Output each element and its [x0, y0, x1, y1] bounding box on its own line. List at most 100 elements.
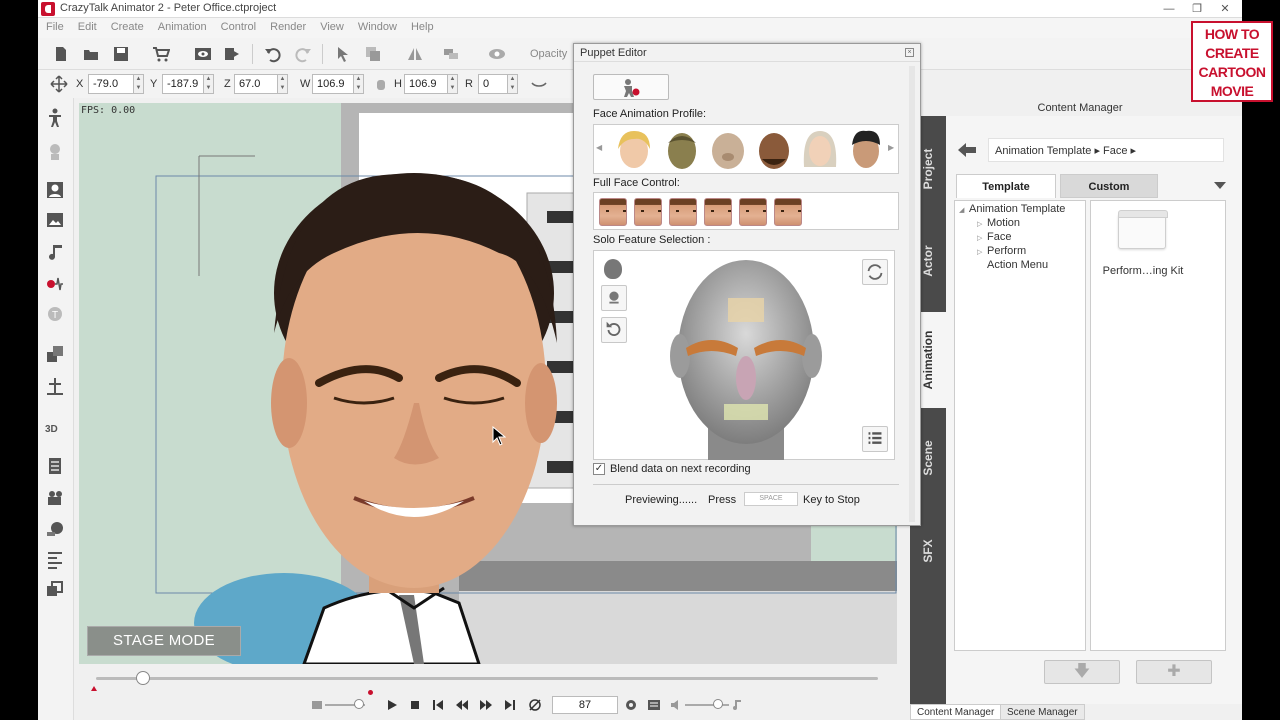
- move-icon[interactable]: [601, 285, 627, 311]
- dialog-close-icon[interactable]: ×: [905, 48, 914, 57]
- store-cart-icon[interactable]: [152, 45, 171, 63]
- prop-icon[interactable]: [45, 142, 65, 162]
- zoom-out-icon[interactable]: [310, 698, 324, 712]
- full-face-preset-2[interactable]: [634, 198, 662, 226]
- full-face-preset-5[interactable]: [739, 198, 767, 226]
- frame-number-field[interactable]: 87: [552, 696, 618, 714]
- h-spinner[interactable]: ▲ ▼: [448, 74, 458, 94]
- scroll-left-icon[interactable]: ◀: [596, 143, 602, 152]
- folder-icon[interactable]: [1118, 210, 1168, 249]
- z-field[interactable]: 67.0: [234, 74, 278, 94]
- settings-gear-icon[interactable]: [624, 698, 638, 712]
- tree-item-motion[interactable]: ▷ Motion: [977, 217, 1020, 229]
- x-field[interactable]: -79.0: [88, 74, 134, 94]
- tree-item-face[interactable]: ▷ Face: [977, 231, 1011, 243]
- apply-down-button[interactable]: 🡇: [1044, 660, 1120, 684]
- menu-window[interactable]: Window: [351, 18, 404, 33]
- flip-icon[interactable]: [406, 45, 424, 63]
- duplicate-icon[interactable]: [364, 45, 382, 63]
- rotate-view-icon[interactable]: [862, 259, 888, 285]
- lock-ratio-icon[interactable]: [372, 76, 385, 94]
- profile-face-6[interactable]: [846, 127, 886, 171]
- tab-content-manager[interactable]: Content Manager: [910, 704, 1002, 720]
- scene-icon[interactable]: [45, 344, 65, 364]
- tab-template[interactable]: Template: [956, 174, 1056, 198]
- w-spinner[interactable]: ▲ ▼: [354, 74, 364, 94]
- stage-mode-button[interactable]: STAGE MODE: [87, 626, 241, 656]
- breadcrumb[interactable]: Animation Template ▸ Face ▸: [988, 138, 1224, 162]
- timeline-icon[interactable]: [647, 698, 661, 712]
- menu-file[interactable]: File: [38, 18, 71, 33]
- mirror-icon[interactable]: [530, 75, 548, 93]
- add-button[interactable]: ✚: [1136, 660, 1212, 684]
- profile-face-2[interactable]: [662, 127, 702, 171]
- timeline-playhead[interactable]: [135, 671, 150, 685]
- list-view-icon[interactable]: [862, 426, 888, 452]
- open-folder-icon[interactable]: [82, 45, 100, 63]
- tree-item-perform[interactable]: ▷ Perform: [977, 245, 1026, 257]
- menu-control[interactable]: Control: [214, 18, 263, 33]
- rewind-icon[interactable]: [455, 698, 469, 712]
- profile-face-5[interactable]: [800, 127, 840, 171]
- w-field[interactable]: 106.9: [312, 74, 354, 94]
- music-icon[interactable]: [729, 698, 743, 712]
- fast-forward-icon[interactable]: [479, 698, 493, 712]
- undo-icon[interactable]: [264, 45, 282, 63]
- redo-icon[interactable]: [294, 45, 312, 63]
- close-button[interactable]: ✕: [1212, 1, 1238, 17]
- back-arrow-icon[interactable]: [958, 142, 976, 158]
- stop-icon[interactable]: [408, 698, 422, 712]
- full-face-preset-1[interactable]: [599, 198, 627, 226]
- music-note-icon[interactable]: [45, 242, 65, 262]
- profile-face-4[interactable]: [754, 127, 794, 171]
- chevron-down-icon[interactable]: [1214, 182, 1226, 189]
- z-spinner[interactable]: ▲ ▼: [278, 74, 288, 94]
- full-face-preset-3[interactable]: [669, 198, 697, 226]
- full-face-preset-6[interactable]: [774, 198, 802, 226]
- 3d-icon[interactable]: 3D: [45, 418, 65, 438]
- image-icon[interactable]: [45, 210, 65, 230]
- timeline-track[interactable]: [96, 677, 878, 680]
- tab-custom[interactable]: Custom: [1060, 174, 1158, 198]
- menu-view[interactable]: View: [313, 18, 351, 33]
- character-icon[interactable]: [45, 180, 65, 200]
- voice-record-icon[interactable]: [45, 274, 65, 294]
- visibility-eye-icon[interactable]: [488, 45, 506, 63]
- volume-slider-thumb[interactable]: [713, 699, 723, 709]
- script-icon[interactable]: [45, 456, 65, 476]
- r-spinner[interactable]: ▲ ▼: [508, 74, 518, 94]
- text-bubble-icon[interactable]: T: [45, 304, 65, 324]
- next-key-icon[interactable]: [503, 698, 517, 712]
- full-face-preset-4[interactable]: [704, 198, 732, 226]
- x-spinner[interactable]: ▲ ▼: [134, 74, 144, 94]
- profile-face-1[interactable]: [614, 127, 654, 171]
- camera-icon[interactable]: [45, 488, 65, 508]
- zoom-slider-thumb[interactable]: [354, 699, 364, 709]
- select-arrow-icon[interactable]: [334, 45, 352, 63]
- actor-figure-icon[interactable]: [45, 108, 65, 128]
- minimize-button[interactable]: —: [1156, 1, 1182, 17]
- align-tool-icon[interactable]: [45, 550, 65, 570]
- menu-edit[interactable]: Edit: [71, 18, 104, 33]
- record-button[interactable]: [593, 74, 669, 100]
- menu-help[interactable]: Help: [404, 18, 441, 33]
- menu-render[interactable]: Render: [263, 18, 313, 33]
- maximize-button[interactable]: ❐: [1184, 1, 1210, 17]
- reset-icon[interactable]: [601, 317, 627, 343]
- menu-create[interactable]: Create: [104, 18, 151, 33]
- r-field[interactable]: 0: [478, 74, 508, 94]
- y-spinner[interactable]: ▲ ▼: [204, 74, 214, 94]
- loop-off-icon[interactable]: [528, 698, 542, 712]
- save-icon[interactable]: [112, 45, 130, 63]
- menu-animation[interactable]: Animation: [151, 18, 214, 33]
- play-icon[interactable]: [385, 698, 399, 712]
- previous-key-icon[interactable]: [431, 698, 445, 712]
- stage-icon[interactable]: [45, 376, 65, 396]
- profile-face-3[interactable]: [708, 127, 748, 171]
- head-select-icon[interactable]: [604, 259, 622, 279]
- align-icon[interactable]: [442, 45, 460, 63]
- layer-icon[interactable]: [45, 580, 65, 600]
- effect-icon[interactable]: [45, 518, 65, 538]
- tree-item-action-menu[interactable]: Action Menu: [987, 259, 1048, 271]
- scroll-right-icon[interactable]: ▶: [888, 143, 894, 152]
